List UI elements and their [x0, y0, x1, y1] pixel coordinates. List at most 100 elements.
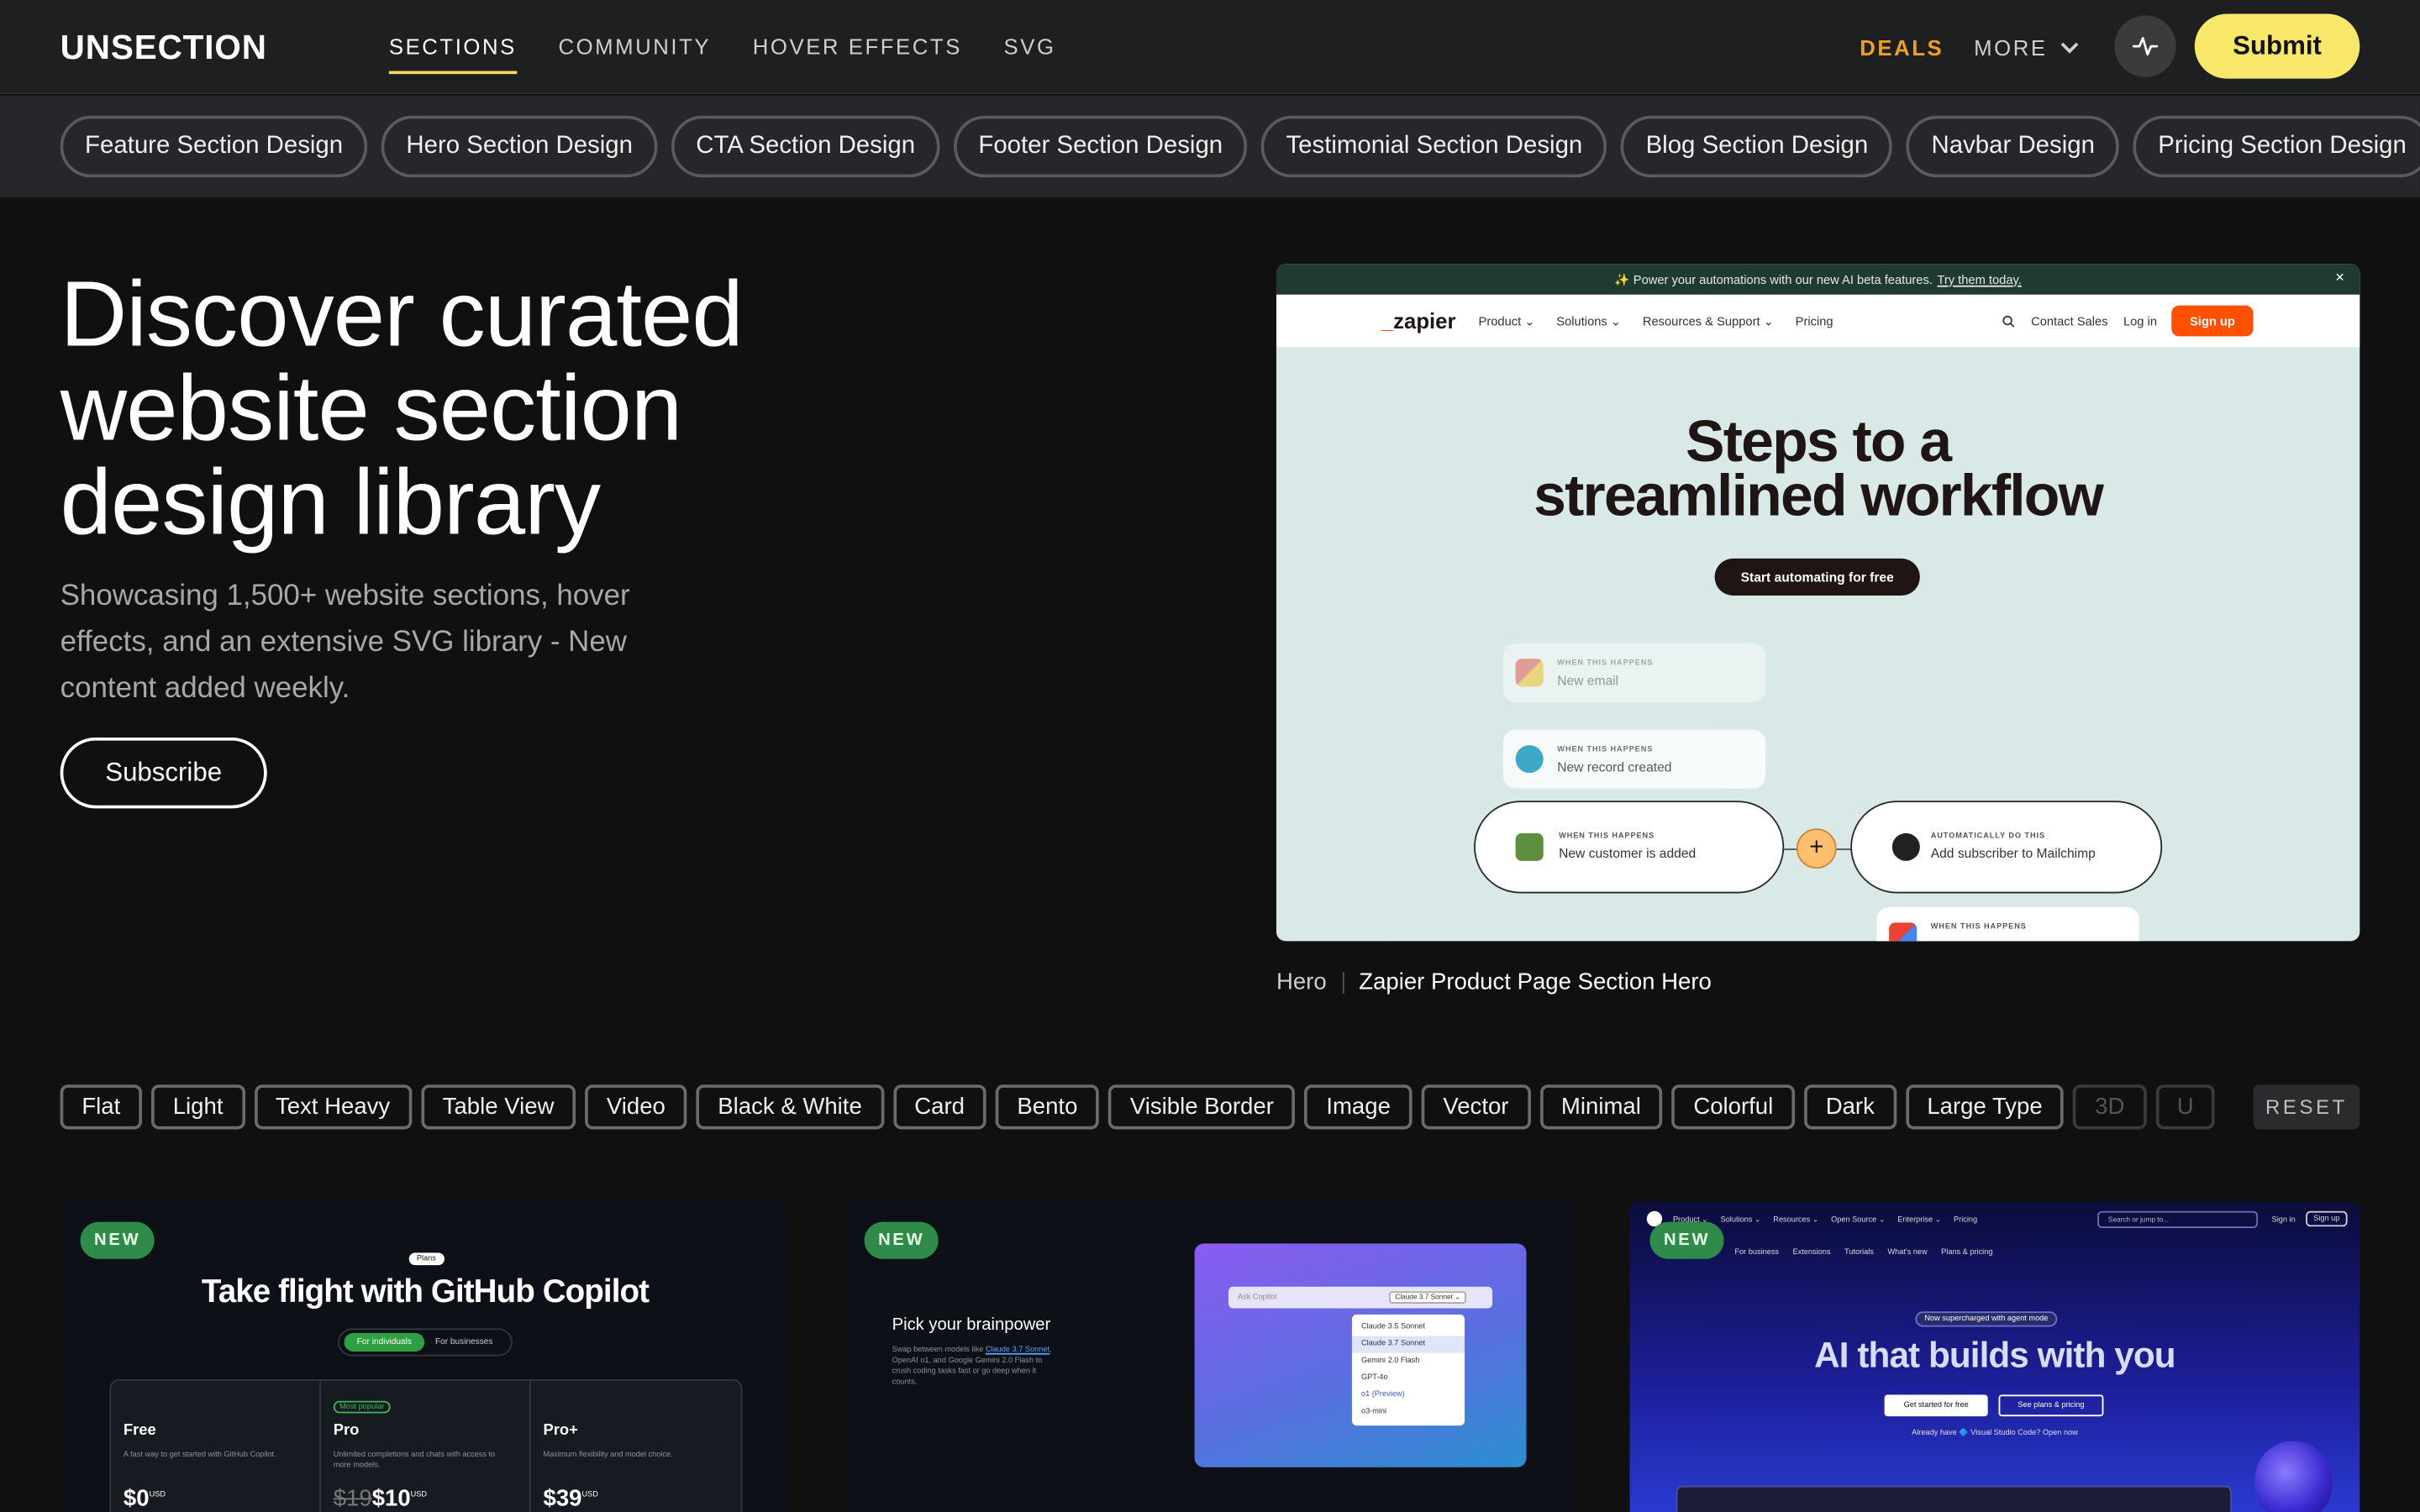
filter-image[interactable]: Image	[1304, 1084, 1413, 1130]
preview-login: Log in	[2123, 314, 2157, 329]
filter-flat[interactable]: Flat	[60, 1084, 143, 1130]
preview-banner-link: Try them today.	[1937, 272, 2022, 286]
nav-svg[interactable]: SVG	[1004, 34, 1056, 74]
new-badge: NEW	[864, 1221, 939, 1259]
thumb-subnav-link: What's new	[1887, 1247, 1928, 1257]
category-hero[interactable]: Hero Section Design	[381, 115, 658, 178]
category-feature[interactable]: Feature Section Design	[60, 115, 368, 178]
thumb-plan-price-unit: USD	[410, 1490, 428, 1500]
preview-step-label: WHEN THIS HAPPENS	[1557, 745, 1654, 755]
filter-vector[interactable]: Vector	[1421, 1084, 1531, 1130]
filter-large-type[interactable]: Large Type	[1905, 1084, 2065, 1130]
nav-hover-effects[interactable]: HOVER EFFECTS	[753, 34, 962, 74]
thumb-subnav-link: For business	[1734, 1247, 1780, 1257]
thumb-nav-link: Enterprise ⌄	[1897, 1215, 1942, 1226]
category-pricing[interactable]: Pricing Section Design	[2133, 115, 2420, 178]
section-card[interactable]: Pick your brainpower Swap between models…	[844, 1201, 1575, 1512]
section-card[interactable]: Product ⌄ Solutions ⌄ Resources ⌄ Open S…	[1629, 1201, 2360, 1512]
activity-button[interactable]	[2114, 15, 2176, 77]
preview-step-label: WHEN THIS HAPPENS	[1559, 831, 1655, 842]
thumb-heading: AI that builds with you	[1814, 1334, 2175, 1375]
thumb-nav-link: Solutions ⌄	[1720, 1215, 1761, 1226]
gmail-icon	[1515, 659, 1544, 687]
filter-light[interactable]: Light	[151, 1084, 245, 1130]
nav-sections[interactable]: SECTIONS	[388, 34, 517, 75]
filter-video[interactable]: Video	[585, 1084, 687, 1130]
preview-contact-sales: Contact Sales	[2031, 314, 2108, 329]
reset-filters-button[interactable]: RESET	[2253, 1084, 2360, 1130]
preview-heading-line2: streamlined workflow	[1534, 464, 2104, 529]
filter-black-white[interactable]: Black & White	[696, 1084, 884, 1130]
preview-caption: Hero Zapier Product Page Section Hero	[1276, 969, 1712, 995]
mailchimp-icon	[1891, 832, 1920, 861]
thumb-subnav-link: Plans & pricing	[1941, 1247, 1993, 1257]
thumb-plan-desc: Unlimited completions and chats with acc…	[333, 1450, 496, 1471]
thumb-plan-price-value: $39	[543, 1485, 582, 1512]
filter-visible-border[interactable]: Visible Border	[1108, 1084, 1296, 1130]
preview-navbar: _zapier Product ⌄ Solutions ⌄ Resources …	[1276, 294, 2360, 348]
thumb-model-option: o3-mini	[1360, 1407, 1387, 1417]
caption-category[interactable]: Hero	[1276, 969, 1327, 995]
preview-step-value: Add subscriber to Mailchimp	[1930, 845, 2096, 861]
thumb-already-text: Already have 🔷 Visual Studio Code? Open …	[1912, 1428, 2078, 1438]
filter-colorful[interactable]: Colorful	[1671, 1084, 1795, 1130]
site-logo[interactable]: UNSECTION	[60, 28, 267, 68]
thumb-plan-price-unit: USD	[149, 1490, 166, 1500]
preview-banner-text: ✨ Power your automations with our new AI…	[1614, 272, 1933, 286]
thumb-plan-price: $0USD	[124, 1486, 166, 1512]
filter-3d[interactable]: 3D	[2073, 1084, 2147, 1130]
thumb-description: Swap between models like Claude 3.7 Sonn…	[892, 1346, 1055, 1389]
preview-nav-resources: Resources & Support ⌄	[1642, 314, 1774, 329]
thumb-subnav: For business Extensions Tutorials What's…	[1734, 1248, 1992, 1257]
thumb-plan: Pro+ Maximum flexibility and model choic…	[531, 1381, 741, 1512]
nav-community[interactable]: COMMUNITY	[558, 34, 711, 74]
submit-button[interactable]: Submit	[2194, 13, 2360, 79]
thumb-plan-name: Pro+	[543, 1422, 578, 1440]
thumb-chat-input: Ask Copilot Claude 3.7 Sonnet ⌄	[1228, 1286, 1493, 1309]
thumb-primary-button: Get started for free	[1884, 1394, 1988, 1417]
filter-bento[interactable]: Bento	[995, 1084, 1100, 1130]
search-icon	[2002, 315, 2015, 328]
thumb-plan-price-value: $0	[123, 1485, 150, 1512]
category-blog[interactable]: Blog Section Design	[1621, 115, 1893, 178]
category-footer[interactable]: Footer Section Design	[953, 115, 1248, 178]
thumb-plan-price: $39USD	[544, 1486, 598, 1512]
category-navbar[interactable]: Navbar Design	[1907, 115, 2120, 178]
preview-step-card: WHEN THIS HAPPENS New customer is added	[1474, 801, 1785, 894]
thumb-label: Pick your brainpower	[892, 1315, 1051, 1335]
thumb-plans-chip: Plans	[408, 1252, 445, 1266]
section-card[interactable]: Plans Take flight with GitHub Copilot Fo…	[60, 1201, 791, 1512]
thumb-model-select: Claude 3.7 Sonnet ⌄	[1389, 1291, 1467, 1305]
pulse-icon	[2132, 37, 2159, 56]
filter-card[interactable]: Card	[892, 1084, 986, 1130]
thumb-subnav-link: Extensions	[1792, 1247, 1831, 1257]
category-cta[interactable]: CTA Section Design	[671, 115, 940, 178]
preview-nav-product: Product ⌄	[1478, 314, 1535, 329]
category-testimonial[interactable]: Testimonial Section Design	[1261, 115, 1607, 178]
filter-partial[interactable]: U	[2155, 1084, 2216, 1130]
filter-dark[interactable]: Dark	[1803, 1084, 1897, 1130]
filter-table-view[interactable]: Table View	[420, 1084, 576, 1130]
preview-step-label: WHEN THIS HAPPENS	[1930, 922, 2027, 932]
thumb-model-option: Gemini 2.0 Flash	[1360, 1356, 1420, 1366]
category-bar: Feature Section Design Hero Section Desi…	[0, 95, 2420, 198]
preview-step-card: AUTOMATICALLY DO THIS Add subscriber to …	[1850, 801, 2163, 894]
plus-icon: +	[1796, 828, 1837, 869]
featured-preview[interactable]: ✨ Power your automations with our new AI…	[1276, 264, 2360, 942]
preview-cta-button: Start automating for free	[1714, 558, 1920, 596]
filter-minimal[interactable]: Minimal	[1539, 1084, 1663, 1130]
subscribe-button[interactable]: Subscribe	[60, 737, 267, 809]
preview-nav-links: Product ⌄ Solutions ⌄ Resources & Suppor…	[1479, 315, 1833, 329]
thumb-signup: Sign up	[2306, 1210, 2348, 1227]
filter-text-heavy[interactable]: Text Heavy	[254, 1084, 412, 1130]
thumb-plan-old-price: $19	[333, 1485, 372, 1512]
caption-title[interactable]: Zapier Product Page Section Hero	[1359, 969, 1712, 995]
preview-step-card: WHEN THIS HAPPENS New email	[1502, 643, 1766, 702]
nav-more-dropdown[interactable]: MORE	[1974, 35, 2078, 60]
nav-deals[interactable]: DEALS	[1860, 35, 1944, 60]
salesforce-icon	[1515, 745, 1544, 774]
thumb-plan-name: Free	[123, 1422, 156, 1440]
shopify-icon	[1515, 832, 1544, 861]
preview-step-label: AUTOMATICALLY DO THIS	[1930, 831, 2046, 842]
preview-step-value: New email	[1557, 672, 1619, 689]
